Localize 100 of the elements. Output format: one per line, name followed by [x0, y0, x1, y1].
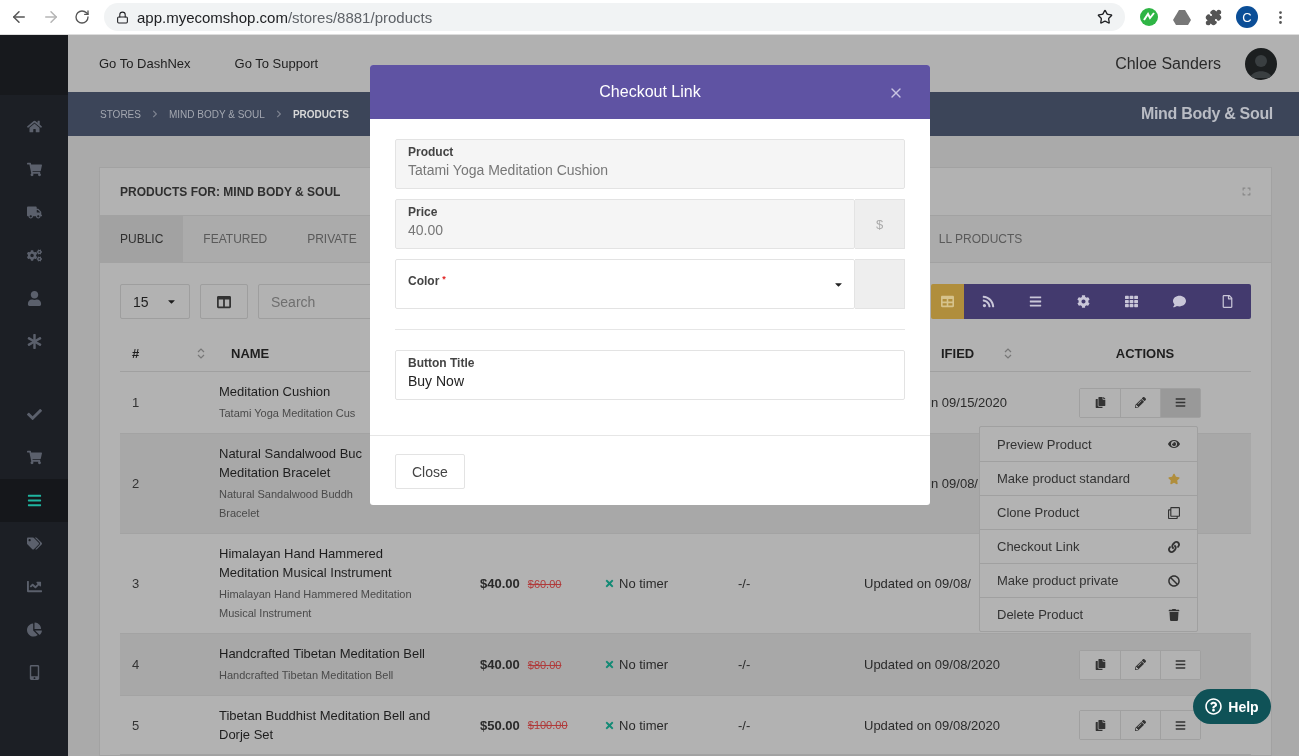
- cross-icon: [604, 719, 615, 731]
- column-header: ACTIONS: [1115, 345, 1175, 361]
- menu-icon: [1175, 397, 1186, 408]
- menu-item[interactable]: Delete Product: [980, 597, 1197, 631]
- copy-button[interactable]: [1080, 650, 1120, 679]
- modified-date: Updated on 09/08/: [864, 576, 971, 591]
- tab[interactable]: PUBLIC: [100, 216, 184, 262]
- breadcrumb-link[interactable]: MIND BODY & SOUL: [168, 108, 265, 120]
- breadcrumb-link[interactable]: STORES: [100, 108, 141, 120]
- cross-icon: [604, 578, 615, 589]
- color-select[interactable]: Color *: [395, 259, 855, 309]
- lock-icon: [116, 10, 129, 24]
- address-bar[interactable]: app.myecomshop.com/stores/8881/products: [104, 3, 1125, 31]
- top-link[interactable]: Go To Support: [234, 56, 319, 72]
- menu-icon[interactable]: [0, 479, 68, 522]
- table-icon: [941, 295, 955, 308]
- file-icon: [1220, 295, 1234, 308]
- page-size-select[interactable]: 15: [120, 284, 190, 319]
- timer-status: No timer: [619, 576, 669, 591]
- product-name: Handcrafted Tibetan Meditation Bell: [219, 645, 425, 663]
- row-number: 5: [132, 717, 140, 733]
- view-button[interactable]: [964, 284, 1012, 319]
- grid-icon: [1125, 295, 1138, 308]
- menu-icon: [1175, 659, 1186, 670]
- pencil-icon: [1135, 659, 1146, 670]
- currency-addon: $: [855, 199, 905, 249]
- profile-avatar[interactable]: C: [1236, 6, 1258, 28]
- menu-item[interactable]: Preview Product: [980, 427, 1197, 461]
- star-icon: [1168, 472, 1180, 485]
- puzzle-icon[interactable]: [1205, 8, 1222, 26]
- rss-icon: [981, 295, 995, 308]
- row-number: 2: [132, 476, 140, 491]
- input-field[interactable]: Button Title Buy Now: [395, 350, 905, 400]
- product-name: Meditation Cushion: [219, 383, 332, 401]
- columns-button[interactable]: [200, 284, 248, 319]
- list-icon: [1029, 295, 1043, 308]
- old-price: $60.00: [527, 577, 562, 590]
- product-subtitle: Natural Sandalwood Buddh Bracelet: [219, 487, 354, 521]
- product-name: Natural Sandalwood Buc Meditation Bracelet: [219, 445, 363, 482]
- row-number: 4: [132, 657, 140, 672]
- chevron-icon: [150, 110, 159, 119]
- timer-status: No timer: [619, 717, 669, 733]
- help-button[interactable]: Help: [1193, 689, 1271, 724]
- copy-icon: [1094, 397, 1106, 408]
- copy-icon: [1094, 659, 1106, 670]
- old-price: $100.00: [527, 719, 568, 731]
- menu-icon: [1175, 719, 1186, 731]
- modified-date: n 09/15/2020: [931, 395, 1007, 410]
- price: $40.00: [480, 576, 520, 591]
- pencil-icon: [1135, 397, 1146, 408]
- star-icon[interactable]: [1097, 9, 1113, 25]
- table-cell: -/-: [738, 717, 751, 733]
- menu-item[interactable]: Make product standard: [980, 461, 1197, 495]
- close-button[interactable]: Close: [395, 454, 465, 489]
- menu-button[interactable]: [1160, 650, 1200, 679]
- breadcrumb-link[interactable]: PRODUCTS: [292, 108, 349, 120]
- edit-button[interactable]: [1120, 650, 1160, 679]
- view-button[interactable]: [1203, 284, 1251, 319]
- settings-icon: [1077, 295, 1091, 308]
- color-swatch: [855, 259, 905, 309]
- column-header: #: [132, 345, 140, 361]
- timer-status: No timer: [619, 657, 669, 672]
- menu-button[interactable]: [1160, 388, 1200, 417]
- user-name[interactable]: Chloe Sanders: [1115, 54, 1221, 73]
- product-subtitle: Tatami Yoga Meditation Cus: [219, 406, 356, 421]
- store-name: Mind Body & Soul: [1140, 105, 1273, 124]
- pencil-icon: [1135, 719, 1146, 731]
- menu-item[interactable]: Checkout Link: [980, 529, 1197, 563]
- row-number: 3: [132, 576, 140, 591]
- copy-icon: [1168, 506, 1180, 519]
- old-price: $80.00: [527, 658, 562, 671]
- comment-icon: [1172, 295, 1186, 308]
- link-icon: [1168, 540, 1180, 553]
- avatar[interactable]: [1245, 47, 1277, 80]
- copy-icon: [1094, 719, 1106, 731]
- help-icon: [1205, 698, 1223, 715]
- trash-icon: [1168, 608, 1180, 621]
- view-button[interactable]: [931, 284, 965, 319]
- menu-item[interactable]: Make product private: [980, 563, 1197, 597]
- modified-date: n 09/08/: [931, 476, 978, 491]
- readonly-field[interactable]: Product Tatami Yoga Meditation Cushion: [395, 139, 905, 189]
- reload-icon[interactable]: [74, 9, 90, 25]
- menu-item[interactable]: Clone Product: [980, 495, 1197, 529]
- modified-date: Updated on 09/08/2020: [864, 657, 1000, 672]
- table-cell: -/-: [738, 657, 751, 672]
- extension-icon[interactable]: [1139, 7, 1159, 27]
- modified-date: Updated on 09/08/2020: [864, 717, 1000, 733]
- drive-icon[interactable]: [1173, 9, 1191, 25]
- dialog-title: Checkout Link: [599, 83, 701, 101]
- chevron-icon: [274, 110, 283, 119]
- product-name: Himalayan Hand Hammered Meditation Musical Instrument: [219, 545, 393, 582]
- card-title: PRODUCTS FOR: MIND BODY & SOUL: [120, 184, 341, 199]
- ban-icon: [1168, 574, 1180, 587]
- column-header: IFIED: [941, 345, 975, 361]
- back-icon[interactable]: [10, 8, 28, 26]
- product-name: Tibetan Buddhist Meditation Bell and Dorje Set: [219, 707, 431, 744]
- table-cell: -/-: [738, 576, 751, 591]
- top-link[interactable]: Go To DashNex: [99, 56, 191, 72]
- readonly-field[interactable]: Price 40.00: [395, 199, 855, 249]
- cross-icon: [604, 659, 615, 670]
